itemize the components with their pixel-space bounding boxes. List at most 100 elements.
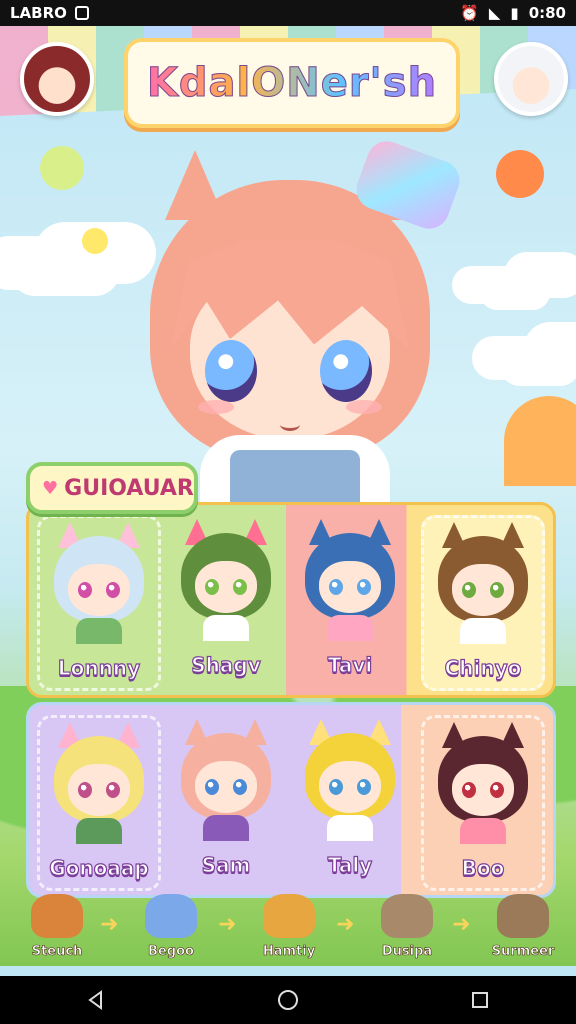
balloon-decoration: [504, 396, 576, 486]
avatar-left[interactable]: [20, 42, 94, 116]
chibi-eye: [78, 782, 92, 798]
section-label: GUIOAUAR: [64, 475, 194, 501]
chibi-shirt: [327, 615, 373, 641]
chibi-shirt: [460, 818, 506, 844]
title-plaque: KdalONer'sh: [124, 38, 460, 128]
character-row: Gonoaap Sam Taly Boo: [26, 702, 556, 898]
android-nav-bar: [0, 976, 576, 1024]
chibi-shirt: [76, 618, 122, 644]
section-tab[interactable]: ♥ GUIOAUAR: [26, 462, 198, 514]
pet-item[interactable]: Begoo: [126, 894, 216, 964]
chibi-eye: [490, 782, 504, 798]
status-bar: LABRO ⏰ ◣ ▮ 0:80: [0, 0, 576, 26]
character-row: Lonnny Shagv Tavi Chinyo: [26, 502, 556, 698]
character-card[interactable]: Taly: [291, 715, 409, 885]
chibi-shirt: [203, 615, 249, 641]
chibi-eye: [490, 582, 504, 598]
sun-icon: [40, 146, 84, 190]
character-name: Shagv: [191, 652, 262, 677]
status-time: 0:80: [528, 4, 566, 22]
home-icon[interactable]: [268, 980, 308, 1020]
character-card[interactable]: Gonoaap: [37, 715, 161, 891]
chibi-eye: [78, 582, 92, 598]
chibi-avatar: [305, 519, 395, 641]
chibi-avatar: [54, 522, 144, 644]
hero-mouth: [280, 418, 300, 431]
chibi-eye: [462, 782, 476, 798]
carrier-label: LABRO: [10, 4, 67, 22]
character-select-panel: Lonnny Shagv Tavi Chinyo Gonoaap Sam Tal…: [26, 502, 556, 898]
character-name: Taly: [327, 852, 373, 877]
chibi-eye: [329, 779, 343, 795]
battery-icon: ▮: [510, 4, 519, 22]
arrow-right-icon: ➜: [336, 912, 355, 937]
pet-item[interactable]: Steuch: [12, 894, 102, 964]
arrow-right-icon: ➜: [452, 912, 471, 937]
heart-icon: ♥: [42, 477, 59, 499]
chibi-eye: [205, 779, 219, 795]
pet-bar: Steuch ➜ Begoo ➜ Hamtiy ➜ Dusipa ➜ Surme…: [0, 888, 576, 968]
character-name: Tavi: [327, 652, 373, 677]
hero-blush: [346, 400, 382, 414]
pet-label: Begoo: [148, 944, 195, 960]
pet-icon: [381, 894, 433, 938]
hero-blush: [198, 400, 234, 414]
chibi-shirt: [327, 815, 373, 841]
pet-item[interactable]: Hamtiy: [244, 894, 334, 964]
pet-label: Dusipa: [381, 944, 433, 960]
wifi-icon: ◣: [488, 4, 501, 22]
pet-icon: [263, 894, 315, 938]
chibi-eye: [357, 779, 371, 795]
pet-icon: [497, 894, 549, 938]
chibi-avatar: [438, 522, 528, 644]
chibi-shirt: [76, 818, 122, 844]
chibi-avatar: [305, 719, 395, 841]
chibi-avatar: [181, 519, 271, 641]
character-card[interactable]: Chinyo: [421, 515, 545, 691]
chibi-eye: [462, 582, 476, 598]
character-name: Gonoaap: [49, 855, 150, 880]
character-card[interactable]: Shagv: [167, 515, 285, 685]
game-title: KdalONer'sh: [146, 60, 438, 107]
chibi-eye: [106, 582, 120, 598]
chibi-avatar: [181, 719, 271, 841]
character-name: Chinyo: [444, 655, 522, 680]
chibi-eye: [205, 579, 219, 595]
recents-icon[interactable]: [460, 980, 500, 1020]
arrow-right-icon: ➜: [100, 912, 119, 937]
cloud-decoration: [500, 346, 576, 386]
chibi-eye: [233, 779, 247, 795]
character-card[interactable]: Tavi: [291, 515, 409, 685]
alarm-icon: ⏰: [460, 4, 479, 22]
chibi-shirt: [460, 618, 506, 644]
hero-eye: [320, 340, 372, 402]
pet-item[interactable]: Surmeer: [478, 894, 568, 964]
pet-icon: [145, 894, 197, 938]
pet-item[interactable]: Dusipa: [362, 894, 452, 964]
chibi-avatar: [438, 722, 528, 844]
pet-label: Hamtiy: [262, 944, 316, 960]
chibi-eye: [329, 579, 343, 595]
avatar-right[interactable]: [494, 42, 568, 116]
back-icon[interactable]: [76, 980, 116, 1020]
chibi-shirt: [203, 815, 249, 841]
hero-eye: [205, 340, 257, 402]
character-name: Sam: [201, 852, 251, 877]
pet-icon: [31, 894, 83, 938]
character-name: Lonnny: [57, 655, 141, 680]
cloud-decoration: [10, 246, 120, 296]
sun-icon: [82, 228, 108, 254]
pet-label: Steuch: [31, 944, 83, 960]
cloud-decoration: [480, 276, 550, 310]
notification-icon: [74, 6, 89, 20]
arrow-right-icon: ➜: [218, 912, 237, 937]
sun-icon: [496, 150, 544, 198]
chibi-eye: [233, 579, 247, 595]
character-card[interactable]: Lonnny: [37, 515, 161, 691]
character-card[interactable]: Boo: [421, 715, 545, 891]
chibi-eye: [357, 579, 371, 595]
character-name: Boo: [461, 855, 505, 880]
pet-label: Surmeer: [491, 944, 555, 960]
character-card[interactable]: Sam: [167, 715, 285, 885]
chibi-eye: [106, 782, 120, 798]
